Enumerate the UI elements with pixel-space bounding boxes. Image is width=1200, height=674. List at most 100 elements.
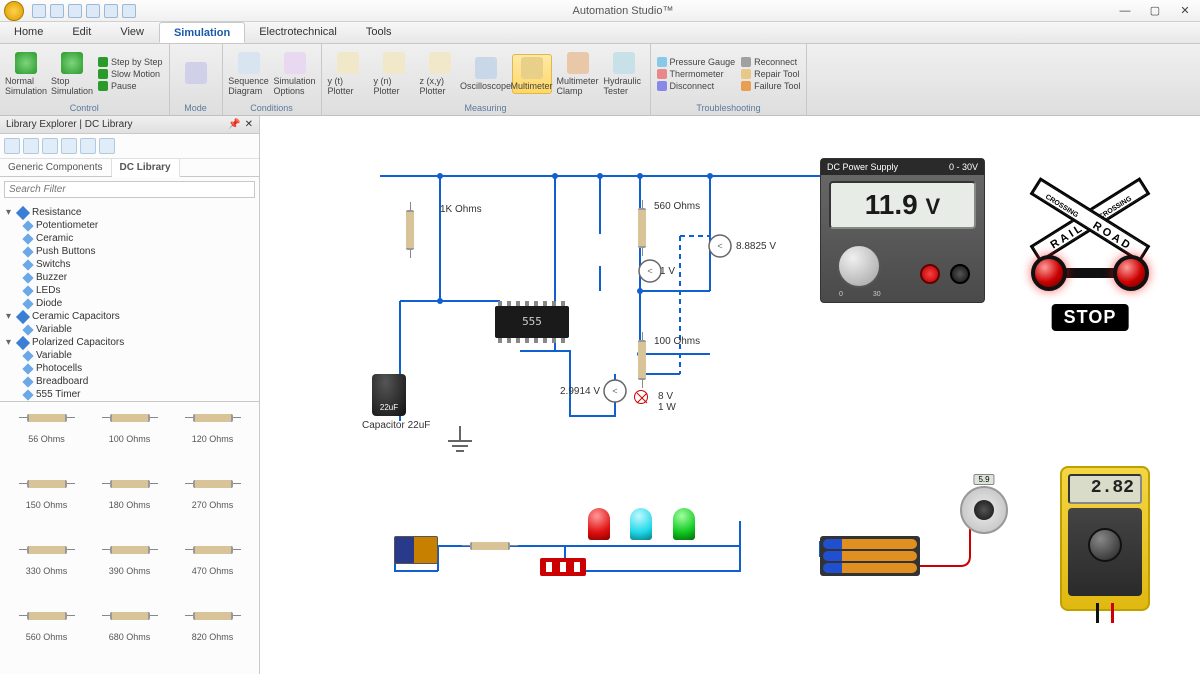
yt-plotter-button[interactable]: y (t) Plotter xyxy=(328,52,368,96)
pin-icon[interactable]: 📌 xyxy=(228,119,240,130)
tab-edit[interactable]: Edit xyxy=(58,22,106,43)
tool-icon[interactable] xyxy=(23,138,39,154)
library-component[interactable]: 560 Ohms xyxy=(6,606,87,668)
library-component[interactable]: 270 Ohms xyxy=(172,474,253,536)
tree-leaf[interactable]: Variable xyxy=(6,323,253,336)
failure-button[interactable]: Failure Tool xyxy=(741,81,800,91)
seq-diagram-button[interactable]: Sequence Diagram xyxy=(229,52,269,96)
library-component[interactable]: 180 Ohms xyxy=(89,474,170,536)
lib-tab-dc[interactable]: DC Library xyxy=(112,159,180,177)
lib-tab-generic[interactable]: Generic Components xyxy=(0,159,112,176)
slow-button[interactable]: Slow Motion xyxy=(98,69,163,79)
zxy-plotter-button[interactable]: z (x,y) Plotter xyxy=(420,52,460,96)
capacitor-22uf[interactable]: 22uF xyxy=(372,374,406,416)
library-component[interactable]: 390 Ohms xyxy=(89,540,170,602)
maximize-button[interactable]: ▢ xyxy=(1140,0,1170,22)
schematic-canvas[interactable]: <<< 1K Ohms 560 Ohms 100 Ohms 1 V 8.8825… xyxy=(260,116,1200,674)
tree-leaf[interactable]: Breadboard xyxy=(6,375,253,388)
tab-home[interactable]: Home xyxy=(0,22,58,43)
tree-leaf[interactable]: Variable xyxy=(6,349,253,362)
oscilloscope-button[interactable]: Oscilloscope xyxy=(466,57,506,91)
potentiometer[interactable]: 5.9 xyxy=(960,486,1008,534)
led-cyan[interactable] xyxy=(630,508,652,540)
disconnect-button[interactable]: Disconnect xyxy=(657,81,736,91)
battery-9v[interactable] xyxy=(394,536,438,564)
tree-leaf[interactable]: Photocells xyxy=(6,362,253,375)
library-component[interactable]: 820 Ohms xyxy=(172,606,253,668)
library-component[interactable]: 680 Ohms xyxy=(89,606,170,668)
minimize-button[interactable]: — xyxy=(1110,0,1140,22)
tree-leaf[interactable]: Ceramic xyxy=(6,232,253,245)
tree-node[interactable]: ▾Ceramic Capacitors xyxy=(6,310,253,323)
tree-leaf[interactable]: 555 Timer xyxy=(6,388,253,401)
multimeter-button[interactable]: Multimeter xyxy=(512,54,552,94)
thermo-button[interactable]: Thermometer xyxy=(657,69,736,79)
mode-button[interactable] xyxy=(176,62,216,86)
ic-555[interactable]: 555 xyxy=(495,306,569,338)
reconnect-button[interactable]: Reconnect xyxy=(741,57,800,67)
tree-node[interactable]: ▾Resistance xyxy=(6,206,253,219)
railroad-crossing-sign[interactable]: RAIL CROSSING CROSSING ROAD STOP xyxy=(1020,160,1160,370)
hydraulic-button[interactable]: Hydraulic Tester xyxy=(604,52,644,96)
resistor-1k[interactable] xyxy=(406,210,414,250)
dmm-probe-black[interactable] xyxy=(1096,603,1099,623)
tool-icon[interactable] xyxy=(4,138,20,154)
clamp-button[interactable]: Multimeter Clamp xyxy=(558,52,598,96)
led-green[interactable] xyxy=(673,508,695,540)
tree-node[interactable]: ▾Polarized Capacitors xyxy=(6,336,253,349)
qat-btn[interactable] xyxy=(32,4,46,18)
dmm-probe-red[interactable] xyxy=(1111,603,1114,623)
tool-icon[interactable] xyxy=(99,138,115,154)
sim-options-button[interactable]: Simulation Options xyxy=(275,52,315,96)
led-red[interactable] xyxy=(588,508,610,540)
tool-icon[interactable] xyxy=(42,138,58,154)
lamp-icon[interactable] xyxy=(634,390,648,404)
resistor-100[interactable] xyxy=(638,340,646,380)
step-button[interactable]: Step by Step xyxy=(98,57,163,67)
library-component[interactable]: 100 Ohms xyxy=(89,408,170,470)
pause-button[interactable]: Pause xyxy=(98,81,163,91)
qat-btn[interactable] xyxy=(50,4,64,18)
library-grid[interactable]: 56 Ohms100 Ohms120 Ohms 150 Ohms180 Ohms2… xyxy=(0,402,259,674)
tool-icon[interactable] xyxy=(61,138,77,154)
close-button[interactable]: ✕ xyxy=(1170,0,1200,22)
dmm-dial[interactable] xyxy=(1088,528,1122,562)
tree-leaf[interactable]: Push Buttons xyxy=(6,245,253,258)
tab-simulation[interactable]: Simulation xyxy=(159,22,245,43)
library-tree[interactable]: ▾ResistancePotentiometerCeramicPush Butt… xyxy=(0,202,259,402)
qat-btn[interactable] xyxy=(104,4,118,18)
psu-jack-positive[interactable] xyxy=(920,264,940,284)
tool-icon[interactable] xyxy=(80,138,96,154)
tree-leaf[interactable]: Switchs xyxy=(6,258,253,271)
tab-view[interactable]: View xyxy=(106,22,159,43)
normal-sim-button[interactable]: Normal Simulation xyxy=(6,52,46,96)
repair-button[interactable]: Repair Tool xyxy=(741,69,800,79)
tree-leaf[interactable]: Diode xyxy=(6,297,253,310)
battery-holder-3aa[interactable] xyxy=(820,536,920,576)
dip-switch[interactable] xyxy=(540,558,586,576)
library-component[interactable]: 330 Ohms xyxy=(6,540,87,602)
dc-power-supply[interactable]: DC Power Supply0 - 30V 11.9 V 030 xyxy=(820,158,985,303)
search-input[interactable] xyxy=(4,181,255,198)
tree-leaf[interactable]: Buzzer xyxy=(6,271,253,284)
tab-electrotechnical[interactable]: Electrotechnical xyxy=(245,22,352,43)
library-component[interactable]: 120 Ohms xyxy=(172,408,253,470)
qat-btn[interactable] xyxy=(68,4,82,18)
tab-tools[interactable]: Tools xyxy=(352,22,407,43)
yn-plotter-button[interactable]: y (n) Plotter xyxy=(374,52,414,96)
resistor-560[interactable] xyxy=(638,208,646,248)
library-component[interactable]: 470 Ohms xyxy=(172,540,253,602)
qat-btn[interactable] xyxy=(122,4,136,18)
multimeter-device[interactable]: 2.82 xyxy=(1060,466,1150,611)
library-component[interactable]: 56 Ohms xyxy=(6,408,87,470)
tree-leaf[interactable]: Potentiometer xyxy=(6,219,253,232)
stop-sim-button[interactable]: Stop Simulation xyxy=(52,52,92,96)
qat-btn[interactable] xyxy=(86,4,100,18)
tree-leaf[interactable]: LEDs xyxy=(6,284,253,297)
resistor-led-series[interactable] xyxy=(470,542,510,550)
pressure-button[interactable]: Pressure Gauge xyxy=(657,57,736,67)
quick-access-toolbar[interactable] xyxy=(32,4,136,18)
psu-jack-negative[interactable] xyxy=(950,264,970,284)
library-component[interactable]: 150 Ohms xyxy=(6,474,87,536)
psu-knob[interactable] xyxy=(837,244,881,288)
